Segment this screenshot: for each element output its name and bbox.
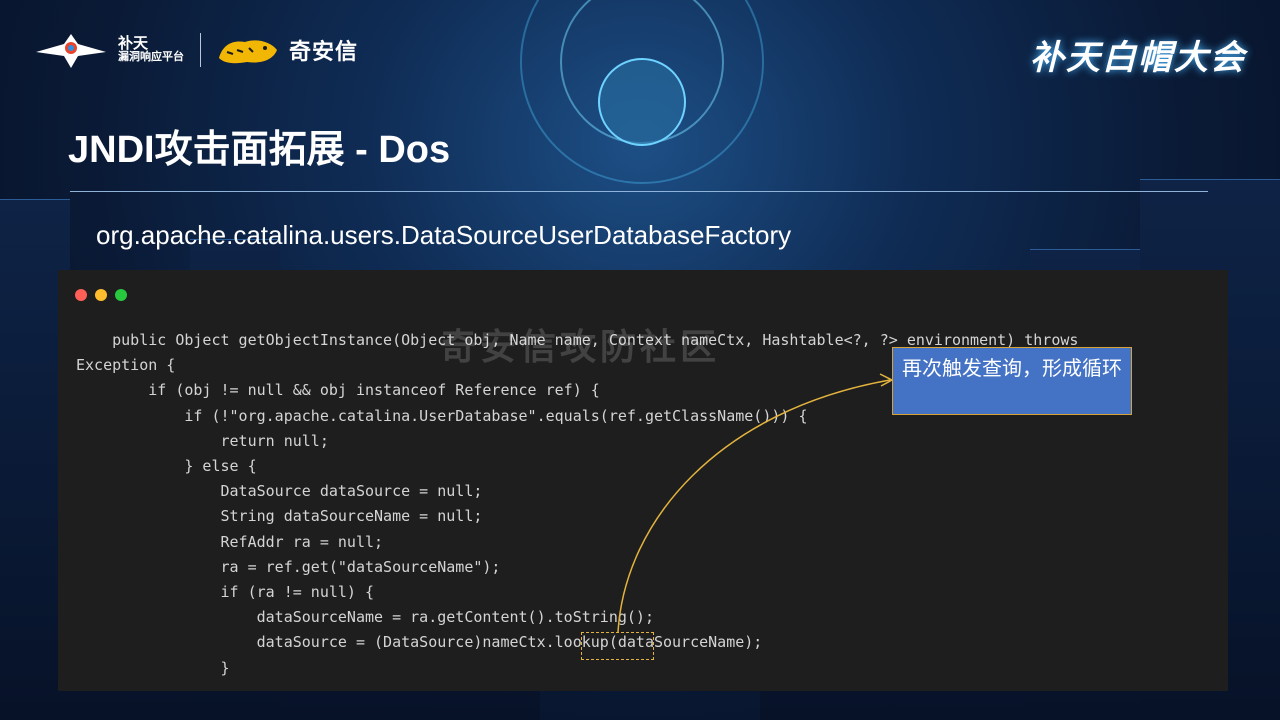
annotation-callout: 再次触发查询，形成循环 — [892, 347, 1132, 415]
